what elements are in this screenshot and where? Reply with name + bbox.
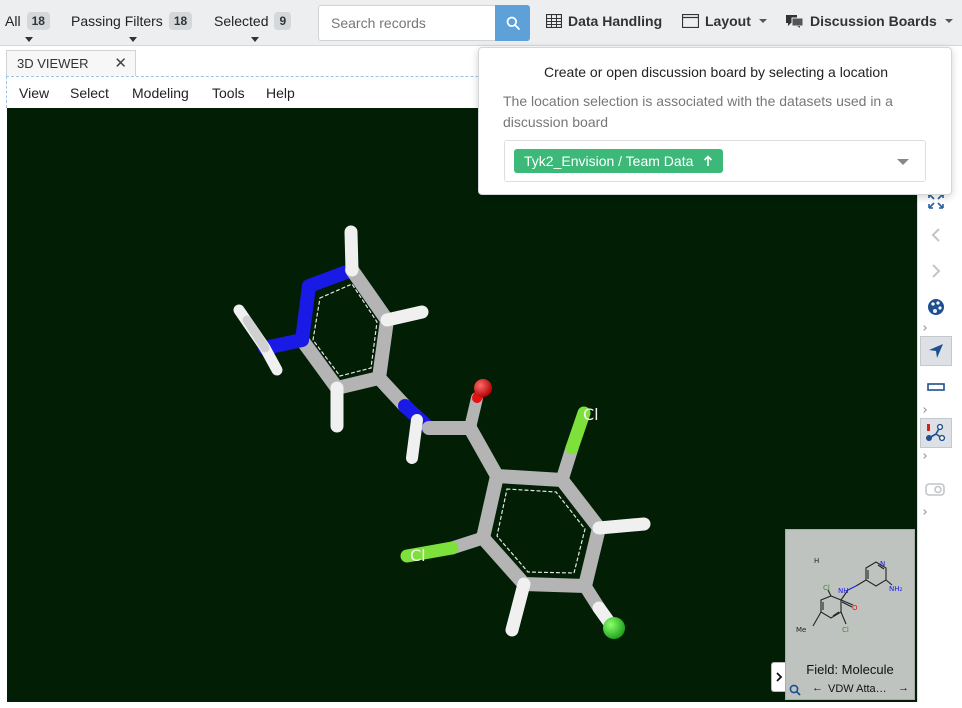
color-palette-button[interactable] xyxy=(920,292,952,322)
property-name: VDW Atta… xyxy=(828,683,887,695)
atom-me: Me xyxy=(796,626,806,634)
search-box xyxy=(318,5,530,41)
chevron-down-icon xyxy=(921,509,927,515)
molecule-build-icon xyxy=(926,423,946,442)
surface-icon xyxy=(925,483,945,496)
chevron-down-icon xyxy=(129,37,137,42)
filter-all-count: 18 xyxy=(26,12,50,30)
chevron-right-icon xyxy=(775,672,782,682)
navigation-arrow-icon xyxy=(929,344,943,358)
chat-icon xyxy=(786,15,804,28)
chevron-down-icon xyxy=(921,407,927,413)
molecule-3d-render: Cl Cl xyxy=(233,225,651,639)
chevron-down-icon xyxy=(921,325,927,331)
thumbnail-nav: ← VDW Atta… → xyxy=(786,682,914,698)
menu-tools[interactable]: Tools xyxy=(212,85,245,101)
chevron-left-icon xyxy=(931,228,940,242)
filter-passing-label: Passing Filters xyxy=(71,13,163,29)
next-button[interactable] xyxy=(920,256,952,286)
filter-selected-count: 9 xyxy=(274,12,292,30)
chevron-down-icon xyxy=(944,19,953,23)
top-toolbar: All 18 Passing Filters 18 Selected 9 Sea… xyxy=(0,0,962,46)
filter-selected[interactable]: Selected 9 xyxy=(214,12,292,42)
atom-nh2: NH₂ xyxy=(889,585,903,593)
tab-3d-viewer[interactable]: 3D VIEWER ✕ xyxy=(6,50,136,76)
atom-nh: NH xyxy=(838,587,849,595)
layout-label: Layout xyxy=(705,13,751,29)
table-icon xyxy=(546,14,562,28)
thumbnail-field-label: Field: Molecule xyxy=(806,662,894,677)
atom-label-cl-top: Cl xyxy=(583,405,599,424)
close-icon[interactable]: ✕ xyxy=(114,54,127,72)
structure-2d-drawing: H N NH₂ NH O Cl Cl Me xyxy=(796,557,903,634)
data-handling-menu[interactable]: Data Handling xyxy=(546,13,662,29)
search-button[interactable] xyxy=(495,5,530,41)
atom-cl-top: Cl xyxy=(823,584,830,592)
data-handling-label: Data Handling xyxy=(568,13,663,29)
discussion-boards-menu[interactable]: Discussion Boards xyxy=(786,13,953,29)
popover-description: The location selection is associated wit… xyxy=(503,93,893,130)
menu-select[interactable]: Select xyxy=(70,85,109,101)
chevron-down-icon xyxy=(251,37,259,42)
atom-o: O xyxy=(852,604,858,612)
previous-button[interactable] xyxy=(920,220,952,250)
viewer-tool-sidebar xyxy=(917,108,953,702)
discussion-board-popover: Create or open discussion board by selec… xyxy=(478,47,952,195)
filter-passing-count: 18 xyxy=(168,12,193,30)
structure-thumbnail: H N NH₂ NH O Cl Cl Me Field: Molecule ← … xyxy=(785,529,915,700)
chevron-down-icon xyxy=(921,453,927,459)
filter-selected-label: Selected xyxy=(214,13,269,29)
filter-passing[interactable]: Passing Filters 18 xyxy=(71,12,193,42)
palette-icon xyxy=(928,299,944,315)
chevron-down-icon xyxy=(25,37,33,42)
search-icon xyxy=(506,16,520,30)
atom-h: H xyxy=(814,557,819,565)
selected-location-label: Tyk2_Envision / Team Data xyxy=(524,153,694,169)
window-icon xyxy=(682,14,699,28)
atom-cl-bottom: Cl xyxy=(842,626,849,634)
menu-modeling[interactable]: Modeling xyxy=(132,85,189,101)
layout-menu[interactable]: Layout xyxy=(682,13,767,29)
arrow-up-icon xyxy=(704,155,713,166)
zoom-icon[interactable] xyxy=(789,684,801,696)
tab-3d-viewer-label: 3D VIEWER xyxy=(17,56,89,71)
menu-view[interactable]: View xyxy=(19,85,49,101)
filter-all[interactable]: All 18 xyxy=(5,12,50,42)
build-molecule-button[interactable] xyxy=(920,418,952,448)
atom-label-cl-left: Cl xyxy=(410,546,426,565)
thumbnail-toggle-button[interactable] xyxy=(771,662,785,692)
chevron-right-icon xyxy=(932,264,941,278)
popover-title: Create or open discussion board by selec… xyxy=(544,64,888,80)
search-input[interactable] xyxy=(319,6,495,40)
selected-location-chip[interactable]: Tyk2_Envision / Team Data xyxy=(514,149,724,173)
arrow-right-icon[interactable]: → xyxy=(898,682,909,694)
select-pointer-button[interactable] xyxy=(920,336,952,366)
chevron-down-icon[interactable] xyxy=(897,159,909,165)
ruler-icon xyxy=(927,383,945,391)
menu-help[interactable]: Help xyxy=(266,85,295,101)
arrow-left-icon[interactable]: ← xyxy=(812,682,823,694)
molecule-viewer-canvas[interactable]: Cl Cl xyxy=(7,108,917,702)
chevron-down-icon xyxy=(758,19,767,23)
atom-n: N xyxy=(880,560,885,568)
filter-all-label: All xyxy=(5,13,21,29)
measure-button[interactable] xyxy=(920,372,952,402)
surface-tool-button[interactable] xyxy=(920,474,952,504)
location-select[interactable]: Tyk2_Envision / Team Data xyxy=(504,140,926,182)
discussion-boards-label: Discussion Boards xyxy=(810,13,937,29)
